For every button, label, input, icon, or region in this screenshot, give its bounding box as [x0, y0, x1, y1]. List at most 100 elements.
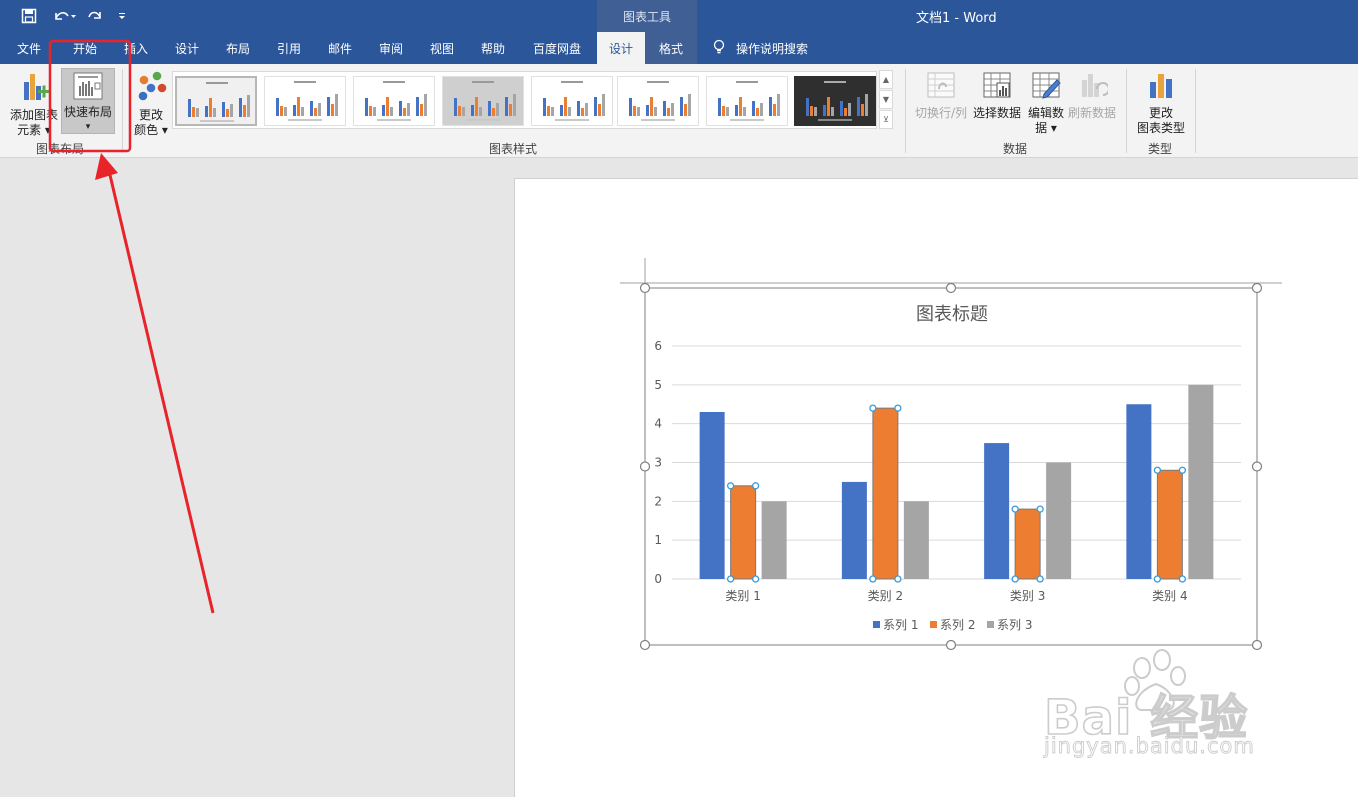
add-chart-element-button[interactable]: 添加图表 元素 ▾ — [6, 70, 62, 138]
edit-data-button[interactable]: 编辑数 据 ▾ — [1024, 70, 1068, 136]
chart-style-3-thumbnail[interactable] — [353, 76, 435, 126]
bar[interactable] — [1126, 404, 1152, 579]
chart-style-4-thumbnail[interactable] — [442, 76, 524, 126]
chart-resize-handle[interactable] — [639, 461, 651, 472]
bar[interactable] — [841, 481, 867, 579]
chart-style-6-thumbnail[interactable] — [617, 76, 699, 126]
tab-baidu-netdisk[interactable]: 百度网盘 — [524, 32, 590, 64]
quick-layout-icon — [72, 71, 104, 105]
title-bar: 图表工具 文档1 - Word — [0, 0, 1358, 32]
tab-home[interactable]: 开始 — [61, 32, 109, 64]
bar[interactable] — [903, 501, 929, 579]
chart-style-7-thumbnail[interactable] — [706, 76, 788, 126]
quick-layout-label: 快速布局 — [63, 105, 112, 119]
change-chart-type-label-2: 图表类型 — [1136, 121, 1185, 135]
chart-tools-context-label: 图表工具 — [597, 0, 697, 32]
select-data-button[interactable]: 选择数据 — [970, 70, 1024, 121]
select-data-label: 选择数据 — [972, 106, 1021, 120]
annotation-arrow-shaft — [108, 174, 215, 614]
undo-icon[interactable] — [50, 5, 78, 27]
bar[interactable] — [872, 407, 899, 580]
chart[interactable]: 0123456 类别 1 类别 2 类别 3 类别 4 系列 1 系列 2 系列 3 图表… — [620, 258, 1282, 651]
chart-style-preview — [629, 81, 691, 121]
baidu-jingyan-watermark: Bai 经验 jingyan.baidu.com — [1038, 648, 1288, 768]
select-data-icon — [981, 70, 1013, 106]
edit-data-label-1: 编辑数 — [1027, 106, 1064, 120]
switch-row-column-icon — [925, 70, 957, 106]
chart-resize-handle[interactable] — [639, 639, 651, 651]
tab-view[interactable]: 视图 — [418, 32, 466, 64]
refresh-data-icon — [1076, 70, 1110, 106]
edit-data-icon — [1030, 70, 1062, 106]
chart-style-1-thumbnail[interactable] — [175, 76, 257, 126]
ribbon: 添加图表 元素 ▾ 快速布局 ▾ 图表布局 更改 颜色 ▾ ▲ ▼ ⊻ 图表样式 — [0, 64, 1358, 158]
refresh-data-button[interactable]: 刷新数据 — [1066, 70, 1118, 121]
change-colors-button[interactable]: 更改 颜色 ▾ — [128, 70, 174, 138]
tab-chart-format[interactable]: 格式 — [645, 32, 697, 64]
chart-style-preview — [188, 82, 250, 122]
document-title: 文档1 - Word — [916, 10, 997, 26]
switch-row-column-button[interactable]: 切换行/列 — [912, 70, 970, 121]
chart-resize-handle[interactable] — [639, 282, 651, 294]
change-chart-type-button[interactable]: 更改 图表类型 — [1132, 70, 1190, 136]
bar[interactable] — [761, 501, 787, 579]
edit-data-label-2: 据 ▾ — [1035, 121, 1057, 135]
chart-styles-gallery — [172, 71, 877, 129]
chart-style-2-thumbnail[interactable] — [264, 76, 346, 126]
watermark-url: jingyan.baidu.com — [1044, 734, 1255, 759]
switch-row-column-label: 切换行/列 — [914, 106, 968, 120]
quick-layout-dropdown-icon: ▾ — [85, 122, 91, 132]
add-chart-element-icon — [18, 70, 50, 108]
group-label-data: 数据 — [1002, 142, 1027, 156]
tab-design[interactable]: 设计 — [163, 32, 211, 64]
change-chart-type-label-1: 更改 — [1148, 106, 1173, 120]
bar[interactable] — [699, 412, 725, 579]
bar[interactable] — [730, 485, 757, 580]
chart-resize-handle[interactable] — [1251, 461, 1263, 472]
tell-me-search[interactable]: 操作说明搜索 — [712, 32, 808, 64]
tell-me-label: 操作说明搜索 — [736, 41, 809, 56]
color-palette-icon — [135, 70, 167, 108]
tab-review[interactable]: 审阅 — [367, 32, 415, 64]
redo-icon[interactable] — [84, 5, 106, 27]
save-icon[interactable] — [18, 5, 40, 27]
chart-style-8-thumbnail[interactable] — [794, 76, 876, 126]
change-chart-type-icon — [1145, 70, 1177, 106]
bar[interactable] — [1014, 508, 1041, 580]
gallery-scroll-down-icon[interactable]: ▼ — [879, 90, 893, 109]
chart-area[interactable] — [644, 287, 1258, 646]
chart-style-preview — [718, 81, 780, 121]
chart-style-5-thumbnail[interactable] — [531, 76, 613, 126]
group-label-chart-styles: 图表样式 — [488, 142, 537, 156]
add-chart-element-label-2: 元素 ▾ — [17, 123, 51, 137]
bar[interactable] — [1046, 462, 1072, 580]
customize-qat-icon[interactable] — [114, 5, 130, 27]
tab-help[interactable]: 帮助 — [469, 32, 517, 64]
bar[interactable] — [984, 443, 1010, 579]
bar[interactable] — [1156, 469, 1183, 580]
chart-style-preview — [276, 81, 338, 121]
add-chart-element-label-1: 添加图表 — [9, 108, 58, 122]
tab-layout[interactable]: 布局 — [214, 32, 262, 64]
change-colors-label-1: 更改 — [138, 108, 163, 122]
bar[interactable] — [1188, 384, 1214, 579]
chart-resize-handle[interactable] — [945, 282, 957, 294]
tab-insert[interactable]: 插入 — [112, 32, 160, 64]
group-label-type: 类型 — [1147, 142, 1172, 156]
tab-mailings[interactable]: 邮件 — [316, 32, 364, 64]
group-separator — [122, 69, 123, 153]
lightbulb-icon — [712, 39, 726, 58]
chart-resize-handle[interactable] — [1251, 282, 1263, 294]
gallery-scroll-up-icon[interactable]: ▲ — [879, 70, 893, 89]
group-separator — [1126, 69, 1127, 153]
tab-chart-design[interactable]: 设计 — [597, 32, 645, 64]
refresh-data-label: 刷新数据 — [1067, 106, 1116, 120]
group-label-chart-layout: 图表布局 — [35, 142, 84, 156]
quick-layout-button[interactable]: 快速布局 ▾ — [61, 68, 115, 134]
chart-resize-handle[interactable] — [945, 639, 957, 651]
gallery-more-icon[interactable]: ⊻ — [879, 110, 893, 129]
tab-references[interactable]: 引用 — [265, 32, 313, 64]
group-separator — [905, 69, 906, 153]
tab-file[interactable]: 文件 — [5, 32, 53, 64]
change-colors-label-2: 颜色 ▾ — [134, 123, 168, 137]
